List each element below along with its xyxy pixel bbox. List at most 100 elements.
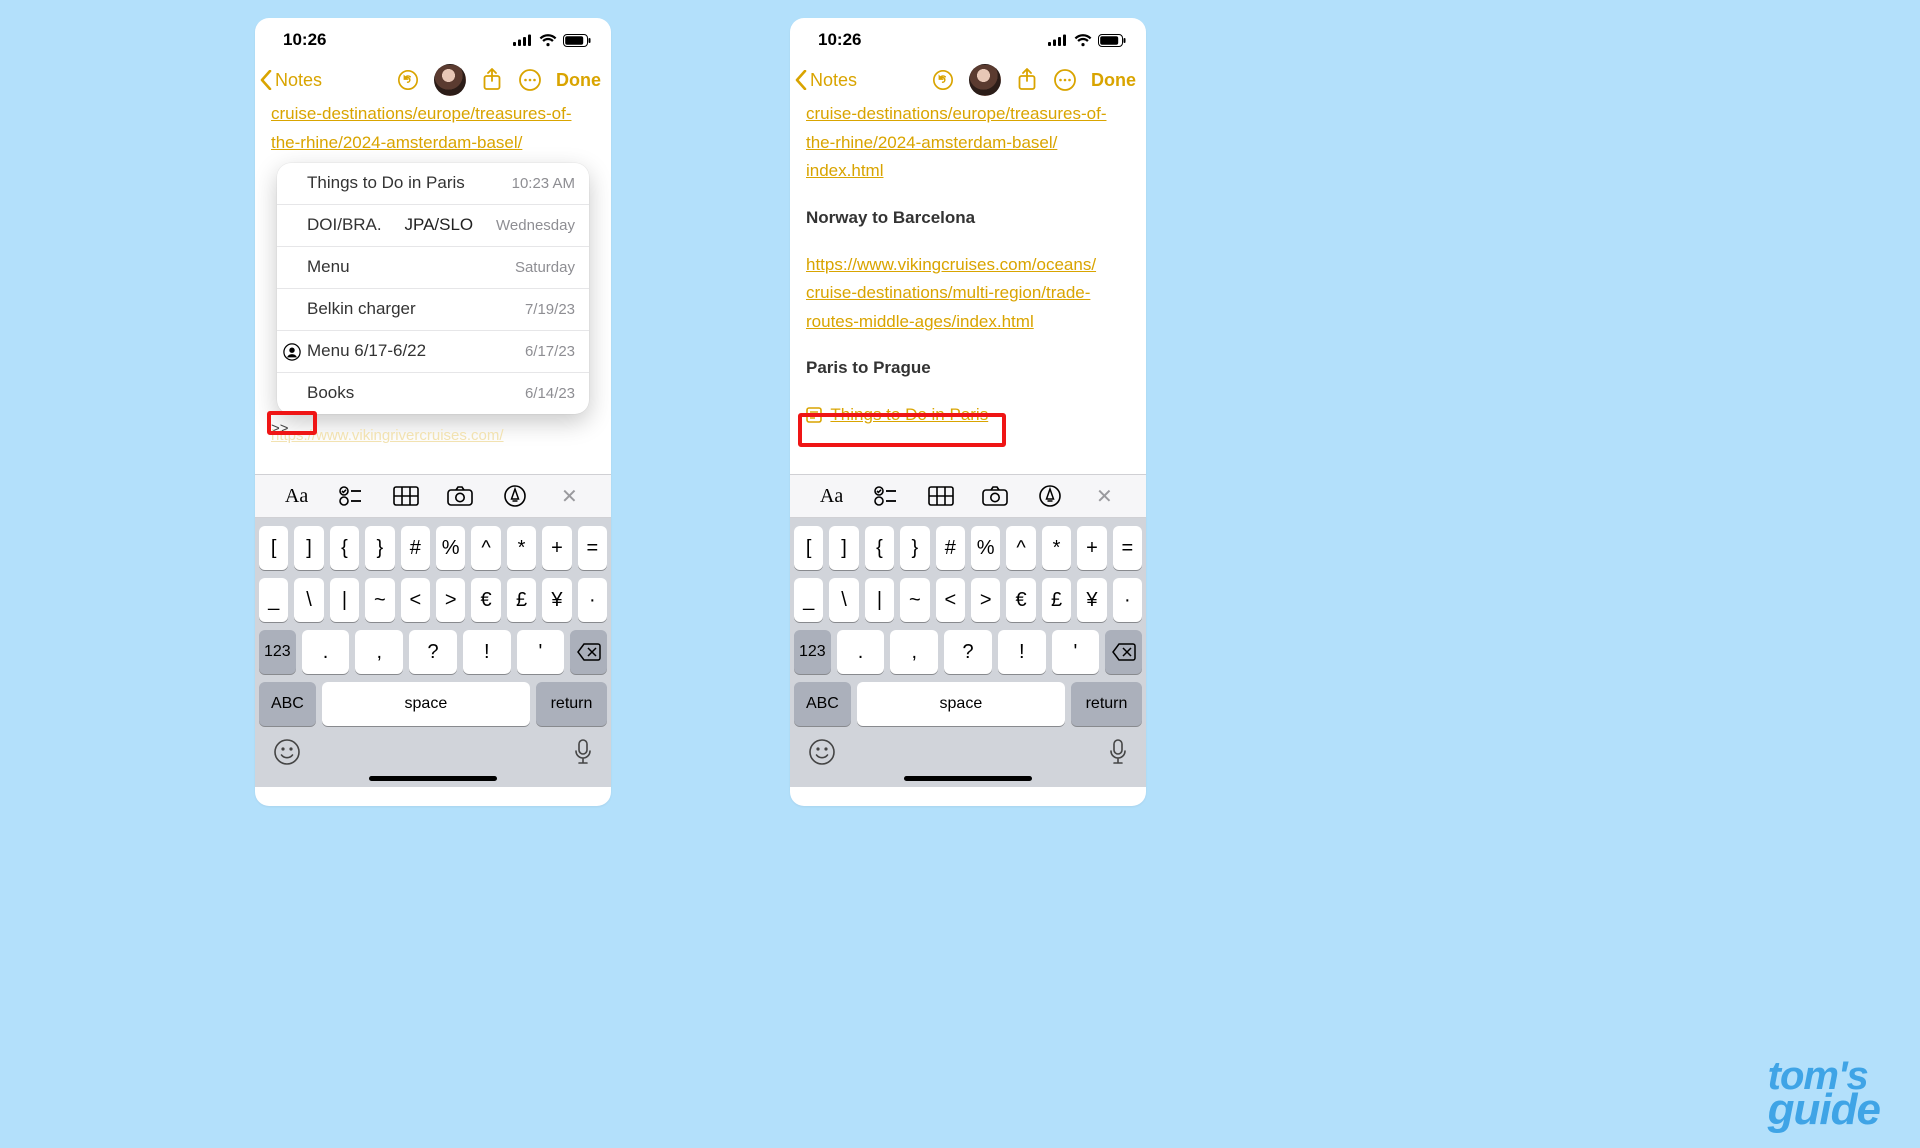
avatar[interactable] <box>969 64 1001 96</box>
key[interactable]: [ <box>794 526 823 570</box>
key[interactable]: { <box>330 526 359 570</box>
emoji-key[interactable] <box>808 738 836 771</box>
delete-key[interactable] <box>570 630 607 674</box>
key[interactable]: ~ <box>365 578 394 622</box>
space-key[interactable]: space <box>322 682 530 726</box>
suggestion-row[interactable]: Menu Saturday <box>277 247 589 289</box>
return-key[interactable]: return <box>1071 682 1142 726</box>
key[interactable]: \ <box>294 578 323 622</box>
undo-icon[interactable] <box>931 68 955 92</box>
url-line[interactable]: cruise-destinations/multi-region/trade- <box>806 281 1130 306</box>
dictation-key[interactable] <box>1108 738 1128 771</box>
return-key[interactable]: return <box>536 682 607 726</box>
key[interactable]: < <box>401 578 430 622</box>
suggestion-row[interactable]: Things to Do in Paris 10:23 AM <box>277 163 589 205</box>
key[interactable]: € <box>471 578 500 622</box>
dictation-key[interactable] <box>573 738 593 771</box>
done-button[interactable]: Done <box>556 70 601 91</box>
key[interactable]: ' <box>517 630 565 674</box>
table-icon[interactable] <box>928 483 954 509</box>
delete-key[interactable] <box>1105 630 1142 674</box>
dismiss-keyboard-icon[interactable]: ✕ <box>556 483 582 509</box>
checklist-icon[interactable] <box>338 483 364 509</box>
key[interactable]: > <box>436 578 465 622</box>
key[interactable]: · <box>578 578 607 622</box>
home-indicator[interactable] <box>369 776 497 781</box>
done-button[interactable]: Done <box>1091 70 1136 91</box>
key[interactable]: < <box>936 578 965 622</box>
key[interactable]: _ <box>259 578 288 622</box>
key[interactable]: = <box>1113 526 1142 570</box>
more-icon[interactable] <box>518 68 542 92</box>
key[interactable]: # <box>936 526 965 570</box>
suggestion-row[interactable]: Books 6/14/23 <box>277 373 589 414</box>
text-style-icon[interactable]: Aa <box>819 483 845 509</box>
url-line[interactable]: cruise-destinations/europe/treasures-of- <box>271 102 595 127</box>
key[interactable]: ' <box>1052 630 1100 674</box>
space-key[interactable]: space <box>857 682 1065 726</box>
back-button[interactable]: Notes <box>794 70 857 91</box>
undo-icon[interactable] <box>396 68 420 92</box>
key[interactable]: , <box>890 630 938 674</box>
key[interactable]: % <box>971 526 1000 570</box>
markup-icon[interactable] <box>1037 483 1063 509</box>
key[interactable]: \ <box>829 578 858 622</box>
camera-icon[interactable] <box>447 483 473 509</box>
key[interactable]: % <box>436 526 465 570</box>
suggestion-row[interactable]: DOI/BRA. JPA/SLO Wednesday <box>277 205 589 247</box>
key[interactable]: | <box>865 578 894 622</box>
table-icon[interactable] <box>393 483 419 509</box>
key[interactable]: * <box>507 526 536 570</box>
more-icon[interactable] <box>1053 68 1077 92</box>
key[interactable]: ? <box>944 630 992 674</box>
key[interactable]: + <box>1077 526 1106 570</box>
numbers-key[interactable]: 123 <box>259 630 296 674</box>
abc-key[interactable]: ABC <box>259 682 316 726</box>
url-line[interactable]: the-rhine/2024-amsterdam-basel/ <box>271 131 595 156</box>
back-button[interactable]: Notes <box>259 70 322 91</box>
key[interactable]: ¥ <box>542 578 571 622</box>
markup-icon[interactable] <box>502 483 528 509</box>
key[interactable]: } <box>365 526 394 570</box>
abc-key[interactable]: ABC <box>794 682 851 726</box>
key[interactable]: ! <box>463 630 511 674</box>
key[interactable]: } <box>900 526 929 570</box>
key[interactable]: + <box>542 526 571 570</box>
suggestion-row[interactable]: Belkin charger 7/19/23 <box>277 289 589 331</box>
url-line[interactable]: cruise-destinations/europe/treasures-of- <box>806 102 1130 127</box>
avatar[interactable] <box>434 64 466 96</box>
share-icon[interactable] <box>480 68 504 92</box>
key[interactable]: £ <box>1042 578 1071 622</box>
key[interactable]: ^ <box>471 526 500 570</box>
key[interactable]: , <box>355 630 403 674</box>
note-body[interactable]: cruise-destinations/europe/treasures-of-… <box>255 102 611 444</box>
key[interactable]: ¥ <box>1077 578 1106 622</box>
key[interactable]: ~ <box>900 578 929 622</box>
checklist-icon[interactable] <box>873 483 899 509</box>
key[interactable]: ] <box>829 526 858 570</box>
camera-icon[interactable] <box>982 483 1008 509</box>
key[interactable]: ] <box>294 526 323 570</box>
home-indicator[interactable] <box>904 776 1032 781</box>
linked-note[interactable]: Things to Do in Paris <box>806 403 1130 431</box>
key[interactable]: · <box>1113 578 1142 622</box>
key[interactable]: £ <box>507 578 536 622</box>
key[interactable]: * <box>1042 526 1071 570</box>
share-icon[interactable] <box>1015 68 1039 92</box>
url-line[interactable]: https://www.vikingcruises.com/oceans/ <box>806 253 1130 278</box>
key[interactable]: { <box>865 526 894 570</box>
text-style-icon[interactable]: Aa <box>284 483 310 509</box>
key[interactable]: . <box>837 630 885 674</box>
key[interactable]: | <box>330 578 359 622</box>
key[interactable]: € <box>1006 578 1035 622</box>
key[interactable]: ^ <box>1006 526 1035 570</box>
key[interactable]: # <box>401 526 430 570</box>
suggestion-row[interactable]: Menu 6/17-6/22 6/17/23 <box>277 331 589 373</box>
url-line[interactable]: the-rhine/2024-amsterdam-basel/ <box>806 131 1130 156</box>
note-body[interactable]: cruise-destinations/europe/treasures-of-… <box>790 102 1146 444</box>
dismiss-keyboard-icon[interactable]: ✕ <box>1091 483 1117 509</box>
emoji-key[interactable] <box>273 738 301 771</box>
key[interactable]: ? <box>409 630 457 674</box>
key[interactable]: = <box>578 526 607 570</box>
key[interactable]: ! <box>998 630 1046 674</box>
